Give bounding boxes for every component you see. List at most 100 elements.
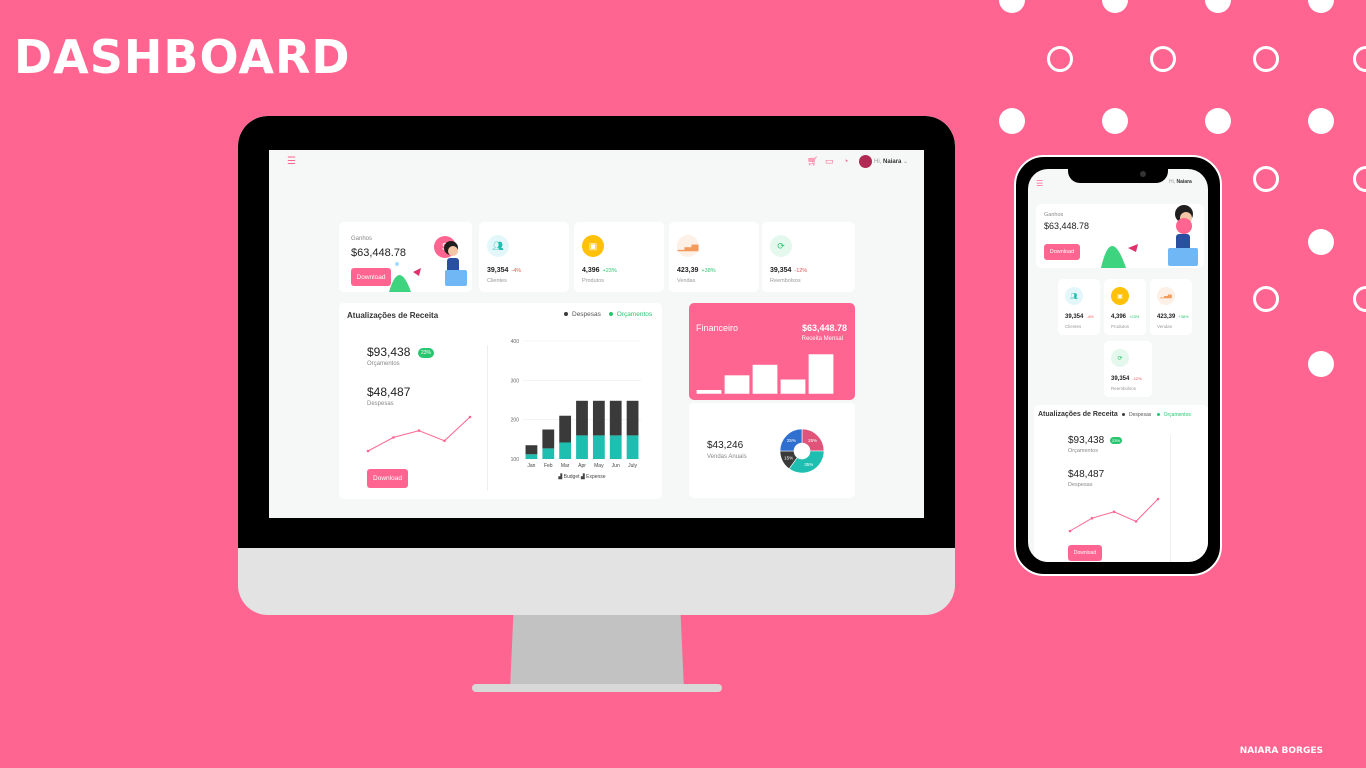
stat-label: Clientes [1065,324,1082,329]
cart-icon[interactable]: 🛒︎ [807,157,818,166]
y-tick-label: 100 [511,457,520,463]
x-tick-label: Jun [612,463,620,469]
stat-change: -12% [794,268,808,274]
chart-legend: ▟ Budget ▟ Expense [557,473,605,480]
bar-expense [626,400,639,436]
earnings-download-button[interactable]: Download [351,268,391,286]
hamburger-icon[interactable]: ☰ [287,157,296,167]
expense-label: Despesas [1068,482,1093,488]
x-tick-label: Jan [527,463,535,469]
stat-card-refunds: ⟳ 39,354 -12% Reembolsos [1104,341,1152,397]
revenue-title: Atualizações de Receita [347,311,439,320]
stat-card-refunds: ⟳ 39,354 -12% Reembolsos [762,222,855,292]
bar-expense [576,400,588,436]
revenue-sparkline [366,415,472,453]
sparkline-point [1068,529,1072,533]
financial-bar [696,389,722,394]
expense-value: $48,487 [367,385,411,399]
bar-expense [525,445,538,455]
stat-label: Reembolsos [1111,386,1137,391]
x-tick-label: Apr [578,463,586,469]
users-icon: 👥︎ [487,235,509,257]
author-credit: NAIARA BORGES [1239,746,1323,756]
sparkline-point [468,415,472,419]
x-tick-label: Mar [561,463,570,469]
stat-card-clients: 👥︎ 39,354 -4% Clientes [1058,279,1100,335]
user-greeting[interactable]: Hi, Naiara ⌄ [874,158,908,165]
greeting-text: Hi, [1169,179,1176,185]
woman-illustration [1101,205,1198,268]
desktop-screen: ☰ 🛒︎ ▭ ◔ Hi, Naiara ⌄ Ganhos $63,448.78 … [269,150,924,518]
financial-bar-chart [696,353,834,394]
revenue-download-button[interactable]: Download [367,469,408,488]
top-bar: ☰ 🛒︎ ▭ ◔ Hi, Naiara ⌄ [269,150,924,174]
annual-value: $43,246 [707,440,744,451]
x-tick-label: Feb [544,463,553,469]
chat-icon[interactable]: ▭ [825,157,834,166]
bar-budget [559,442,572,459]
stat-value: 39,354 -12% [1111,376,1142,382]
budget-badge: 23% [418,348,435,358]
earnings-value: $63,448.78 [1044,221,1090,231]
monitor-foot [472,684,722,692]
stat-value: 39,354 -4% [1065,314,1094,320]
phone-notch [1068,167,1168,183]
earnings-card: Ganhos $63,448.78 Download [1036,204,1204,268]
stat-change: +38% [701,268,716,274]
earnings-download-button[interactable]: Download [1044,244,1080,260]
bar-budget [525,454,538,459]
revenue-card: Atualizações de Receita Despesas Orçamen… [339,303,662,499]
expense-label: Despesas [367,401,394,407]
y-tick-label: 200 [511,418,520,424]
revenue-legend: Despesas Orçamentos [1122,412,1191,418]
user-greeting[interactable]: Hi, Naiara [1169,179,1192,185]
y-tick-label: 400 [511,339,520,345]
stat-card-sales: ▁▃▅ 423,39 +38% Vendas [669,222,759,292]
camera-icon [1140,171,1146,177]
revenue-download-button[interactable]: Download [1068,545,1102,561]
sparkline-point [1134,520,1138,523]
stat-card-products: ▣ 4,396 +23% Produtos [574,222,664,292]
donut-label: 25% [787,438,796,443]
stat-card-products: ▣ 4,396 +23% Produtos [1104,279,1146,335]
annual-sales-card: $43,246 Vendas Anuais 25% 35% 15% 25% [689,403,855,498]
avatar[interactable] [859,155,872,168]
revenue-legend: Despesas Orçamentos [564,311,652,318]
hamburger-icon[interactable]: ☰ [1036,179,1043,188]
revenue-card: Atualizações de Receita Despesas Orçamen… [1034,405,1208,562]
annual-sales-donut: 25% 35% 15% 25% [779,428,825,474]
bar-expense [559,415,572,443]
earnings-label: Ganhos [1044,212,1064,218]
sparkline-point [443,439,446,443]
mobile-phone: ☰ Hi, Naiara Ganhos $63,448.78 Download … [1014,155,1222,576]
sparkline-path [367,416,471,452]
monitor-stand [510,612,684,690]
bar-chart-icon: ▁▃▅ [677,235,699,257]
donut-label: 15% [784,455,793,460]
bar-expense [542,429,555,449]
expense-value: $48,487 [1068,469,1105,480]
box-icon: ▣ [582,235,604,257]
box-icon: ▣ [1111,287,1129,305]
budget-badge: 23% [1110,437,1123,444]
bar-expense [609,400,622,436]
bar-budget [592,435,605,459]
divider [1170,435,1171,562]
stat-label: Reembolsos [770,278,801,284]
bell-icon[interactable]: ◔ [843,157,848,166]
stat-value: 4,396 +23% [1111,314,1140,320]
stat-change: +23% [602,268,617,274]
revenue-title: Atualizações de Receita [1038,411,1118,418]
legend-budgets: Orçamentos [616,311,653,318]
x-tick-label: July [628,463,637,469]
stat-label: Produtos [1111,324,1130,329]
bar-budget [542,448,555,459]
revenue-bar-chart: 100 200 300 400 Jan Feb Mar Apr May Jun July ▟ Budg… [511,339,641,480]
refresh-icon: ⟳ [1111,349,1129,367]
budget-value: $93,438 [1068,435,1105,446]
financial-bar [724,374,750,394]
chevron-down-icon: ⌄ [903,159,909,165]
user-name: Naiara [1176,179,1192,185]
sparkline-point [392,436,395,439]
bar-budget [626,435,639,459]
